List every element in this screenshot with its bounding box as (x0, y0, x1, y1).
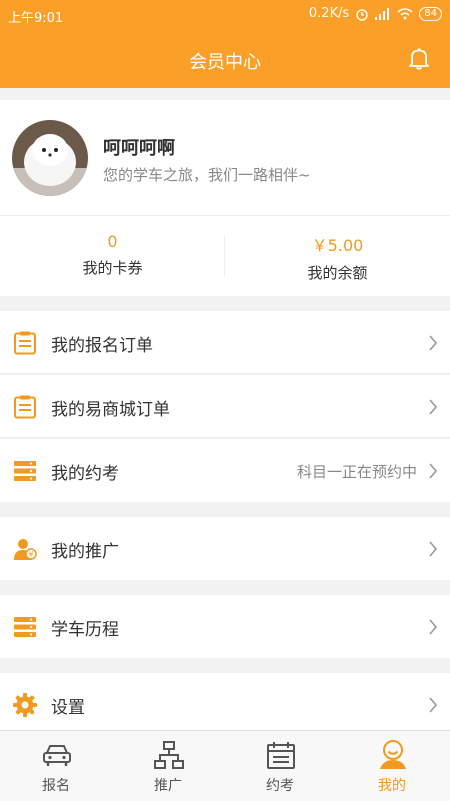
tab-exam[interactable]: 约考 (224, 731, 336, 801)
user-motto: 您的学车之旅，我们一路相伴~ (103, 166, 311, 184)
car-icon (43, 745, 71, 766)
profile-card[interactable]: 呵呵呵啊 您的学车之旅，我们一路相伴~ (0, 100, 450, 215)
chevron-right-icon (429, 399, 438, 415)
battery-indicator: 84 (419, 6, 442, 21)
wifi-icon (397, 7, 413, 19)
alarm-icon (356, 8, 368, 21)
avatar[interactable] (12, 120, 88, 196)
coupons-stat[interactable]: 0 我的卡券 (0, 216, 225, 296)
header: 上午9:01 0.2K/s 84 会员中心 (0, 0, 450, 88)
status-right: 0.2K/s 84 (309, 6, 442, 21)
chevron-right-icon (429, 541, 438, 557)
chevron-right-icon (429, 335, 438, 351)
user-name: 呵呵呵啊 (103, 138, 175, 159)
menu-item-learning-history[interactable]: 学车历程 (0, 595, 450, 658)
stats-row: 0 我的卡券 ￥5.00 我的余额 (0, 215, 450, 296)
menu-label: 我的推广 (51, 542, 119, 562)
coupons-count: 0 (107, 232, 118, 251)
title-bar: 会员中心 (0, 30, 450, 88)
status-bar: 上午9:01 0.2K/s 84 (0, 0, 450, 30)
tab-label: 推广 (154, 778, 182, 794)
clipboard-icon (14, 395, 36, 419)
chevron-right-icon (429, 619, 438, 635)
stack-icon (14, 617, 36, 637)
network-speed: 0.2K/s (308, 6, 350, 21)
stack-icon (14, 461, 36, 481)
menu-label: 学车历程 (51, 620, 119, 640)
menu-label: 我的约考 (51, 464, 119, 484)
menu-item-enrollment-orders[interactable]: 我的报名订单 (0, 311, 450, 374)
bell-icon[interactable] (406, 46, 432, 72)
org-chart-icon (154, 741, 184, 769)
menu-item-promotion[interactable]: ¥ 我的推广 (0, 517, 450, 580)
balance-amount: ￥5.00 (311, 236, 364, 255)
calendar-icon (267, 742, 295, 769)
clipboard-icon (14, 331, 36, 355)
balance-stat[interactable]: ￥5.00 我的余额 (225, 216, 450, 296)
page-title: 会员中心 (189, 52, 261, 73)
menu-status: 科目一正在预约中 (296, 463, 417, 481)
tab-label: 约考 (266, 778, 294, 794)
tab-enroll[interactable]: 报名 (0, 731, 112, 801)
tab-mine[interactable]: 我的 (336, 731, 448, 801)
tab-label: 我的 (378, 778, 406, 794)
menu-item-mall-orders[interactable]: 我的易商城订单 (0, 375, 450, 438)
status-time: 上午9:01 (8, 11, 64, 26)
menu-label: 我的报名订单 (51, 336, 153, 356)
balance-label: 我的余额 (307, 264, 368, 282)
tab-label: 报名 (42, 778, 70, 794)
menu-item-exam-booking[interactable]: 我的约考 科目一正在预约中 (0, 439, 450, 502)
chevron-right-icon (429, 463, 438, 479)
coupons-label: 我的卡券 (82, 259, 143, 277)
signal-icon (375, 7, 390, 20)
bottom-tab-bar: 报名 推广 约考 我的 (0, 730, 450, 801)
gear-icon (13, 693, 37, 717)
menu-label: 设置 (51, 698, 85, 718)
svg-text:¥: ¥ (28, 550, 33, 559)
menu-item-settings[interactable]: 设置 (0, 673, 450, 736)
chevron-right-icon (429, 697, 438, 713)
promote-icon: ¥ (14, 539, 37, 560)
user-icon (380, 740, 406, 769)
menu-label: 我的易商城订单 (51, 400, 170, 420)
tab-promote[interactable]: 推广 (112, 731, 224, 801)
